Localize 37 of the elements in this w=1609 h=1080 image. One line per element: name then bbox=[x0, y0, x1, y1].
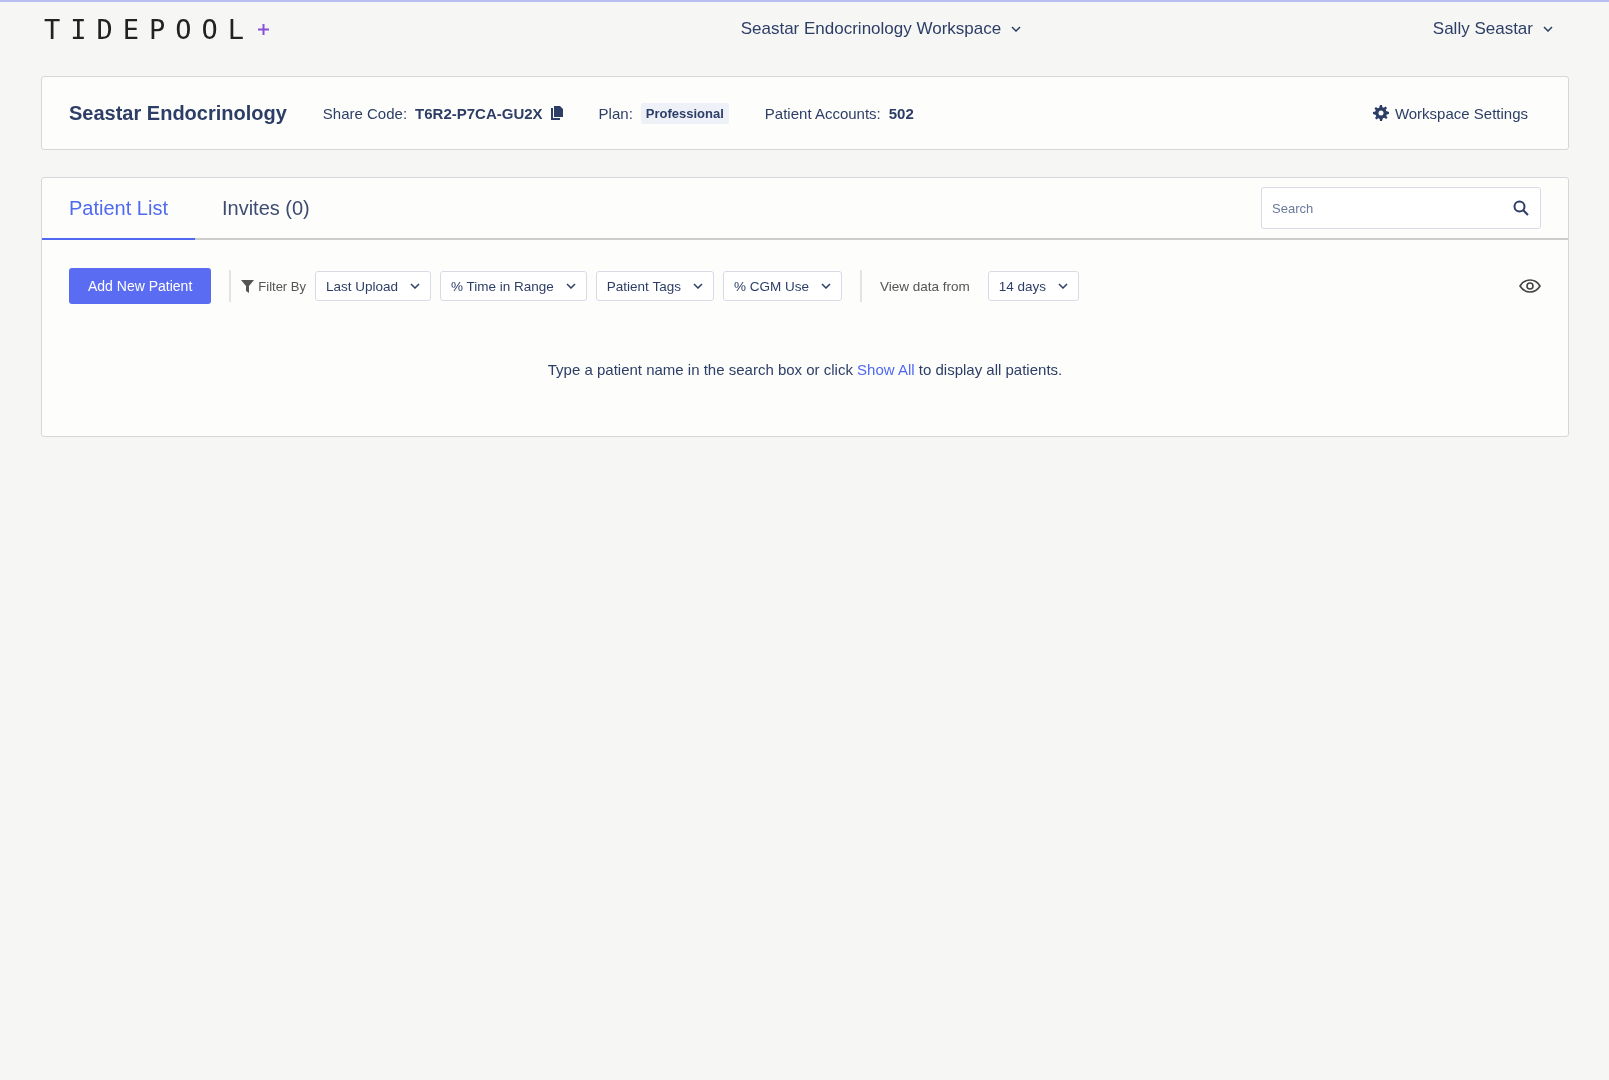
chevron-down-icon bbox=[692, 283, 703, 289]
filter-icon bbox=[241, 279, 255, 293]
patient-accounts-count: 502 bbox=[888, 104, 914, 122]
view-data-label: View data from bbox=[879, 278, 970, 294]
search-field[interactable]: Search bbox=[1261, 187, 1541, 229]
filter-dropdown[interactable]: % CGM Use bbox=[722, 271, 842, 301]
workspace-settings-button[interactable]: Workspace Settings bbox=[1366, 103, 1534, 123]
filter-label: Filter By bbox=[258, 278, 306, 294]
tab[interactable]: Patient List bbox=[42, 178, 195, 240]
chevron-down-icon bbox=[565, 283, 576, 289]
plan-badge: Professional bbox=[640, 102, 729, 124]
logo-text: TIDEPOOL bbox=[44, 13, 255, 45]
copy-icon[interactable] bbox=[550, 106, 563, 120]
workspace-menu[interactable]: Seastar Endocrinology Workspace bbox=[740, 19, 1022, 39]
gear-icon bbox=[1372, 105, 1389, 121]
chevron-down-icon bbox=[1543, 26, 1553, 32]
search-icon bbox=[1513, 200, 1529, 216]
user-menu[interactable]: Sally Seastar bbox=[1432, 19, 1553, 39]
chevron-down-icon bbox=[410, 283, 421, 289]
show-all-link[interactable]: Show All bbox=[857, 361, 915, 378]
chevron-down-icon bbox=[1011, 26, 1022, 32]
share-code: T6R2-P7CA-GU2X bbox=[415, 104, 543, 122]
share-code-label: Share Code: bbox=[322, 104, 408, 122]
chevron-down-icon bbox=[820, 283, 831, 289]
plus-icon bbox=[258, 23, 270, 35]
workspace-name: Seastar Endocrinology bbox=[69, 101, 287, 125]
filter-dropdown[interactable]: Last Upload bbox=[314, 271, 432, 301]
chevron-down-icon bbox=[1058, 283, 1068, 289]
tab[interactable]: Invites (0) bbox=[194, 178, 337, 240]
filter-dropdown[interactable]: % Time in Range bbox=[440, 271, 587, 301]
filter-dropdown[interactable]: Patient Tags bbox=[595, 271, 714, 301]
patient-accounts-label: Patient Accounts: bbox=[764, 104, 881, 122]
days-dropdown[interactable]: 14 days bbox=[987, 271, 1079, 301]
eye-icon[interactable] bbox=[1519, 279, 1541, 293]
add-patient-button[interactable]: Add New Patient bbox=[69, 268, 212, 304]
plan-label: Plan: bbox=[598, 104, 633, 122]
empty-state-message: Type a patient name in the search box or click Show All to display all patients. bbox=[546, 361, 1064, 378]
